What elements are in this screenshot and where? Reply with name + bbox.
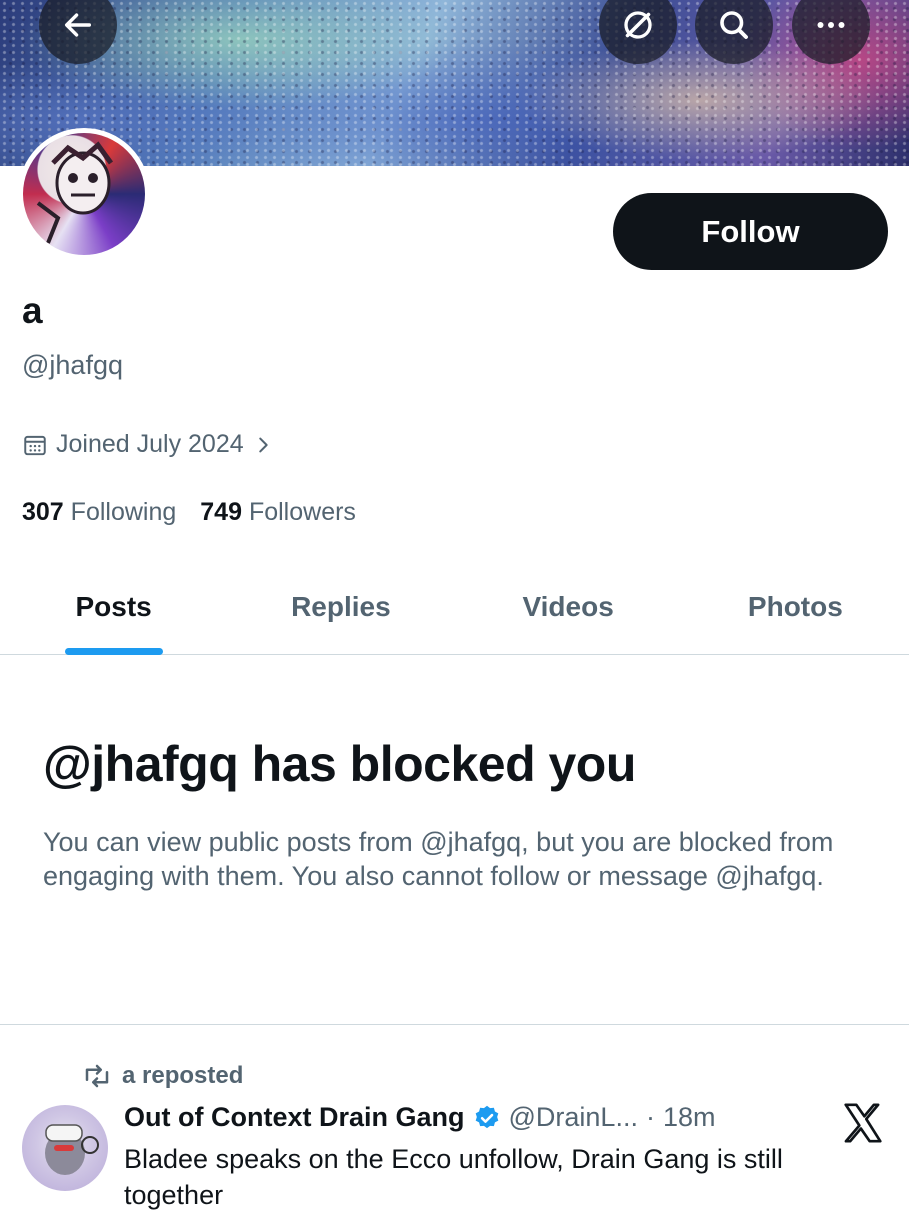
active-tab-indicator (64, 648, 163, 655)
post-author-avatar[interactable] (22, 1105, 108, 1191)
profile-avatar[interactable] (18, 128, 150, 260)
tab-photos[interactable]: Photos (682, 560, 909, 654)
repost-label: a reposted (122, 1062, 244, 1089)
profile-handle: @jhafgq (22, 350, 123, 380)
arrow-left-icon (64, 13, 92, 37)
blocked-title: @jhafgq has blocked you (43, 736, 636, 792)
post-header: Out of Context Drain Gang @DrainL... · 1… (124, 1102, 715, 1133)
tab-posts[interactable]: Posts (0, 560, 227, 655)
repost-indicator: a reposted (82, 1062, 243, 1090)
joined-label: Joined July 2024 (56, 430, 244, 458)
display-name: a (22, 290, 43, 331)
tab-label: Replies (291, 591, 391, 622)
followers-count: 749 (200, 498, 242, 526)
follow-button[interactable]: Follow (613, 193, 888, 270)
post-author-handle[interactable]: @DrainL... (509, 1102, 638, 1133)
joined-date[interactable]: Joined July 2024 (22, 430, 274, 459)
avatar-image (23, 133, 145, 255)
profile-tabs: Posts Replies Videos Photos (0, 560, 909, 655)
tab-label: Posts (75, 591, 152, 622)
following-count: 307 (22, 498, 64, 526)
tab-replies[interactable]: Replies (227, 560, 454, 654)
repost-icon (85, 1064, 109, 1088)
tab-label: Videos (522, 591, 614, 622)
follow-stats: 307 Following 749 Followers (22, 498, 356, 527)
followers-link[interactable]: 749 Followers (200, 498, 356, 527)
blocked-message: You can view public posts from @jhafgq, … (43, 827, 834, 891)
post-text[interactable]: Bladee speaks on the Ecco unfollow, Drai… (124, 1141, 864, 1213)
tab-videos[interactable]: Videos (455, 560, 682, 654)
following-label: Following (70, 498, 177, 526)
post-meta-separator: · (645, 1102, 655, 1132)
tab-label: Photos (747, 591, 843, 622)
chevron-right-icon (258, 437, 268, 452)
divider (0, 1024, 909, 1025)
more-icon (817, 22, 845, 28)
grok-icon (624, 11, 652, 39)
following-link[interactable]: 307 Following (22, 498, 176, 527)
post-timestamp[interactable]: 18m (663, 1102, 716, 1133)
x-logo-icon (844, 1103, 882, 1143)
post-author-name[interactable]: Out of Context Drain Gang (124, 1102, 465, 1133)
verified-badge-icon (475, 1105, 498, 1128)
followers-label: Followers (248, 498, 356, 526)
calendar-icon (24, 435, 46, 455)
search-icon (720, 11, 748, 39)
